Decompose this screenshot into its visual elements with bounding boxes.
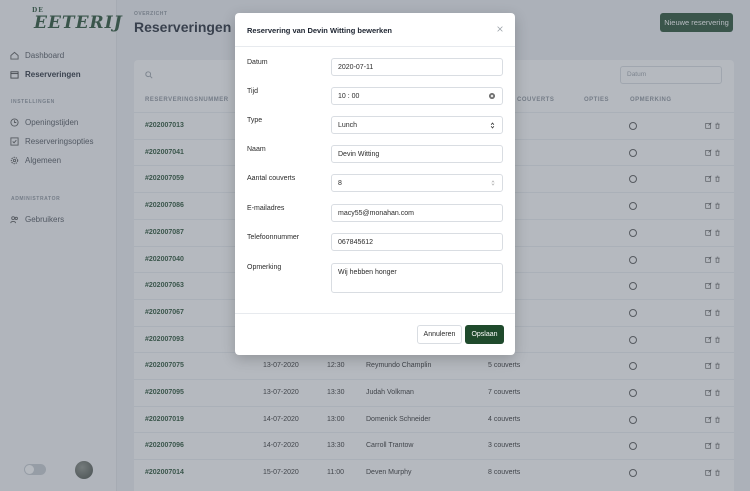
name-value: Devin Witting xyxy=(338,151,380,158)
name-field[interactable]: Devin Witting xyxy=(331,145,503,163)
covers-label: Aantal couverts xyxy=(247,175,296,182)
close-icon[interactable] xyxy=(497,24,503,34)
save-button[interactable]: Opslaan xyxy=(465,325,504,344)
date-label: Datum xyxy=(247,59,268,66)
email-field[interactable]: macy55@monahan.com xyxy=(331,204,503,222)
date-value: 2020-07-11 xyxy=(338,64,374,71)
time-value: 10 : 00 xyxy=(338,93,360,100)
phone-field[interactable]: 067845612 xyxy=(331,233,503,251)
email-label: E-mailadres xyxy=(247,205,285,212)
type-value: Lunch xyxy=(338,122,358,129)
remark-textarea[interactable]: Wij hebben honger xyxy=(331,263,503,293)
time-field[interactable]: 10 : 00 xyxy=(331,87,503,105)
cancel-button[interactable]: Annuleren xyxy=(417,325,462,344)
remark-label: Opmerking xyxy=(247,264,282,271)
time-label: Tijd xyxy=(247,88,259,95)
type-label: Type xyxy=(247,117,263,124)
remark-value: Wij hebben honger xyxy=(338,269,397,276)
covers-stepper[interactable]: 8 xyxy=(331,174,503,192)
date-field[interactable]: 2020-07-11 xyxy=(331,58,503,76)
covers-value: 8 xyxy=(338,180,342,187)
type-select[interactable]: Lunch xyxy=(331,116,503,134)
select-arrows-icon xyxy=(490,122,495,131)
edit-reservation-modal: Reservering van Devin Witting bewerken D… xyxy=(235,13,515,355)
clear-time-icon[interactable] xyxy=(489,93,495,101)
email-value: macy55@monahan.com xyxy=(338,210,414,217)
modal-divider xyxy=(235,313,515,314)
phone-value: 067845612 xyxy=(338,239,374,246)
modal-title: Reservering van Devin Witting bewerken xyxy=(247,26,392,35)
phone-label: Telefoonnummer xyxy=(247,234,300,241)
name-label: Naam xyxy=(247,146,266,153)
stepper-arrows-icon[interactable] xyxy=(491,180,495,188)
modal-divider xyxy=(235,46,515,47)
